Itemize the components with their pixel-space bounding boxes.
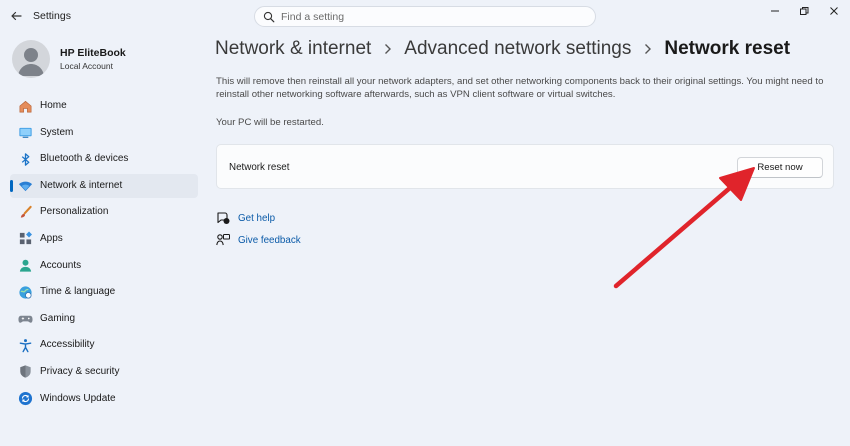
bluetooth-icon [17, 151, 33, 167]
give-feedback-link[interactable]: Give feedback [216, 232, 301, 248]
sidebar-item-network[interactable]: Network & internet [10, 173, 198, 198]
breadcrumb-network-internet[interactable]: Network & internet [215, 38, 371, 60]
back-button[interactable] [6, 6, 26, 26]
sidebar-item-home[interactable]: Home [10, 94, 198, 118]
sidebar-item-personalization[interactable]: Personalization [10, 200, 198, 224]
sidebar-item-label: System [40, 126, 74, 138]
chevron-right-icon [383, 43, 392, 55]
chevron-right-icon [643, 43, 652, 55]
network-reset-description: This will remove then reinstall all your… [216, 76, 824, 101]
update-icon [17, 391, 33, 407]
sidebar-item-time-language[interactable]: Time & language [10, 280, 198, 304]
sidebar-item-windows-update[interactable]: Windows Update [10, 387, 198, 411]
sidebar-item-label: Gaming [40, 312, 76, 324]
sidebar-item-label: Time & language [40, 286, 116, 298]
breadcrumb-advanced-network-settings[interactable]: Advanced network settings [404, 38, 631, 60]
profile-name: HP EliteBook [60, 47, 126, 59]
minimize-button[interactable] [760, 2, 790, 20]
sidebar-item-label: Privacy & security [40, 365, 120, 377]
back-arrow-icon [11, 11, 22, 21]
restore-icon [800, 7, 809, 15]
brush-icon [17, 204, 33, 220]
sidebar-item-bluetooth[interactable]: Bluetooth & devices [10, 147, 198, 171]
sidebar-item-gaming[interactable]: Gaming [10, 307, 198, 331]
sidebar-item-privacy-security[interactable]: Privacy & security [10, 360, 198, 384]
give-feedback-label: Give feedback [238, 234, 301, 246]
accounts-icon [17, 258, 33, 274]
close-button[interactable] [819, 2, 849, 20]
sidebar-item-label: Accounts [40, 259, 82, 271]
accessibility-icon [17, 337, 33, 353]
sidebar-item-label: Bluetooth & devices [40, 153, 129, 165]
sidebar-nav: Home System Bluetooth & devices Network … [10, 94, 198, 413]
get-help-link[interactable]: Get help [216, 210, 275, 226]
user-avatar-icon [18, 48, 44, 76]
window-title: Settings [33, 10, 71, 22]
sidebar-item-system[interactable]: System [10, 121, 198, 145]
home-icon [17, 98, 33, 114]
shield-icon [17, 364, 33, 380]
sidebar-item-label: Accessibility [40, 339, 95, 351]
avatar[interactable] [12, 40, 50, 78]
page-title: Network reset [664, 38, 791, 59]
sidebar-item-label: Home [40, 100, 67, 111]
sidebar-item-accounts[interactable]: Accounts [10, 254, 198, 278]
network-reset-card: Network reset Reset now [216, 144, 834, 189]
search-icon [263, 11, 275, 23]
minimize-icon [771, 10, 779, 12]
sidebar-item-label: Windows Update [40, 392, 116, 404]
network-reset-label: Network reset [229, 162, 290, 173]
system-monitor-icon [17, 125, 33, 141]
feedback-icon [216, 233, 230, 247]
wifi-icon [17, 178, 33, 194]
close-icon [830, 7, 838, 15]
profile-account-type: Local Account [60, 61, 113, 71]
sidebar-item-label: Network & internet [40, 179, 123, 191]
title-bar: Settings [0, 0, 850, 32]
sidebar-item-label: Apps [40, 232, 63, 244]
apps-icon [17, 231, 33, 247]
restart-note: Your PC will be restarted. [216, 117, 324, 128]
sidebar-item-label: Personalization [40, 206, 109, 218]
help-icon [216, 211, 230, 225]
sidebar-item-accessibility[interactable]: Accessibility [10, 333, 198, 357]
globe-clock-icon [17, 284, 33, 300]
reset-now-button[interactable]: Reset now [737, 157, 823, 178]
sidebar-item-apps[interactable]: Apps [10, 227, 198, 251]
search-box[interactable] [254, 6, 596, 27]
gamepad-icon [17, 311, 33, 327]
maximize-button[interactable] [789, 2, 819, 20]
get-help-label: Get help [238, 212, 276, 224]
breadcrumb: Network & internet Advanced network sett… [215, 38, 790, 60]
search-input[interactable] [281, 9, 581, 24]
